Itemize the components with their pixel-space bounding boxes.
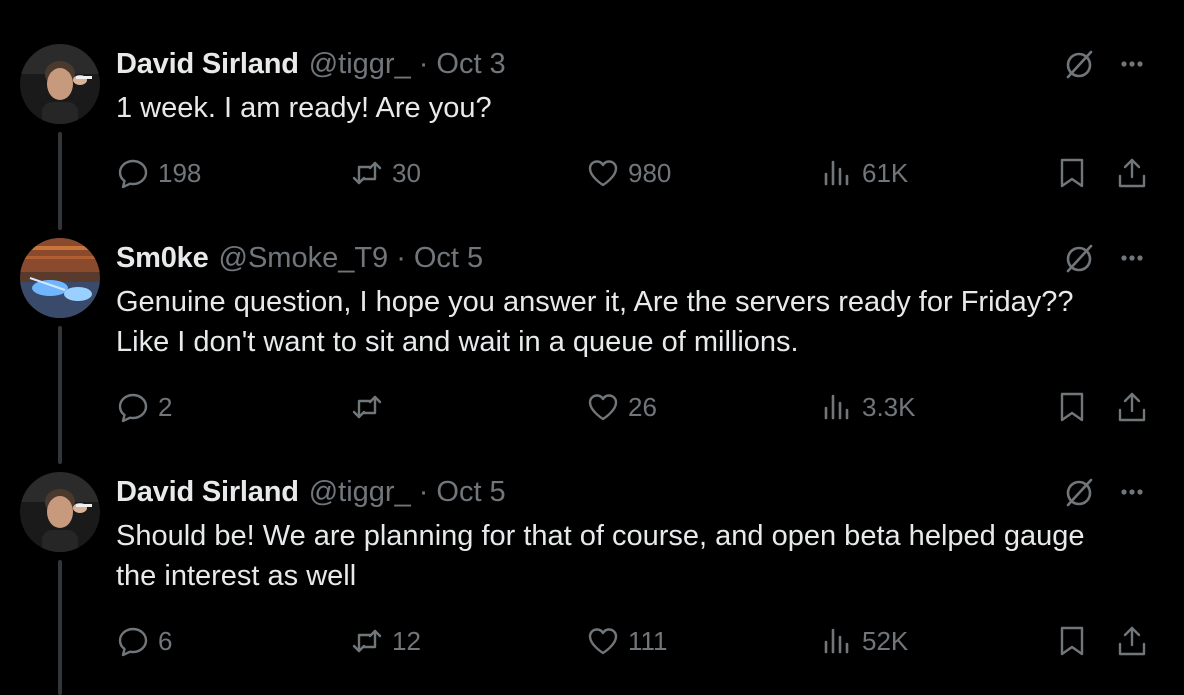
- repost-icon: [352, 629, 382, 653]
- more-icon[interactable]: [1114, 474, 1150, 510]
- bookmark-button[interactable]: [1054, 623, 1090, 659]
- share-button[interactable]: [1114, 623, 1150, 659]
- views-count: 52K: [862, 625, 909, 656]
- reply-count: 6: [158, 625, 173, 656]
- tweet-text-line: Should be! We are planning for that of c…: [116, 520, 1085, 552]
- author-handle[interactable]: @tiggr_: [309, 476, 411, 509]
- avatar[interactable]: [20, 472, 100, 552]
- avatar-photo: [20, 472, 100, 552]
- heart-icon: [588, 628, 618, 655]
- views-icon: [824, 628, 849, 654]
- author-name[interactable]: David Sirland: [116, 476, 299, 509]
- share-icon: [1118, 626, 1146, 656]
- reply-thread: David Sirland @tiggr_ · Oct 3 1 week. I …: [0, 0, 1184, 695]
- bookmark-icon: [1060, 626, 1084, 656]
- repost-count: 12: [392, 625, 421, 656]
- reply-button[interactable]: 6: [116, 621, 172, 661]
- tweet-header: David Sirland @tiggr_ · Oct 5: [116, 474, 506, 510]
- separator-dot: ·: [418, 475, 429, 508]
- tweet-text: Should be! We are planning for that of c…: [116, 516, 1166, 596]
- reply-icon: [118, 627, 148, 657]
- like-button[interactable]: 111: [586, 621, 668, 661]
- grok-icon[interactable]: [1062, 474, 1098, 510]
- tweet[interactable]: David Sirland @tiggr_ · Oct 5 Should be!…: [0, 0, 1184, 695]
- action-bar: 6 12 111 52K: [0, 621, 1184, 661]
- tweet-date[interactable]: Oct 5: [436, 476, 505, 509]
- repost-button[interactable]: 12: [350, 621, 421, 661]
- views-button[interactable]: 52K: [820, 621, 908, 661]
- tweet-text-line: the interest as well: [116, 560, 357, 592]
- like-count: 111: [628, 625, 668, 656]
